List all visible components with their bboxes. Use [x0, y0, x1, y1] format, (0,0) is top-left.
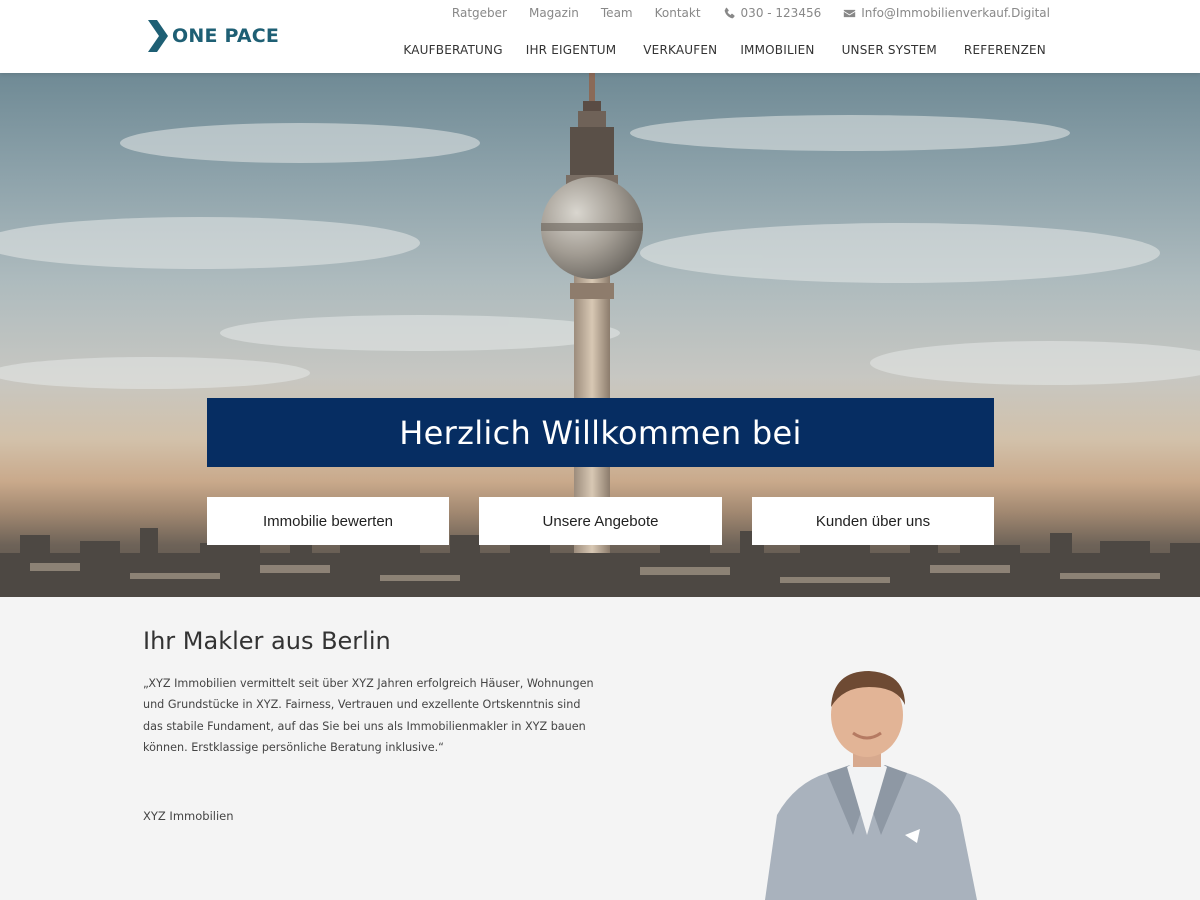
- agent-portrait: [765, 671, 977, 900]
- about-heading: Ihr Makler aus Berlin: [143, 627, 391, 655]
- hero-section: Herzlich Willkommen bei Immobilie bewert…: [0, 73, 1200, 597]
- topbar-phone[interactable]: 030 - 123456: [723, 6, 822, 20]
- envelope-icon: [844, 9, 856, 17]
- nav-item-referenzen[interactable]: REFERENZEN: [964, 43, 1046, 57]
- phone-icon: [724, 7, 735, 18]
- phone-number: 030 - 123456: [740, 6, 822, 20]
- topbar-link-magazin[interactable]: Magazin: [529, 6, 579, 20]
- kunden-ueber-uns-button[interactable]: Kunden über uns: [752, 497, 994, 545]
- topbar-link-kontakt[interactable]: Kontakt: [655, 6, 701, 20]
- top-bar: Ratgeber Magazin Team Kontakt 030 - 1234…: [452, 5, 1050, 21]
- chevron-logo-icon: [148, 20, 168, 52]
- brand-name: ONE PACE: [172, 25, 280, 47]
- nav-item-verkaufen[interactable]: VERKAUFEN: [643, 43, 717, 57]
- topbar-link-ratgeber[interactable]: Ratgeber: [452, 6, 507, 20]
- topbar-email[interactable]: Info@Immobilienverkauf.Digital: [843, 6, 1050, 20]
- site-header: ONE PACE Ratgeber Magazin Team Kontakt 0…: [0, 0, 1200, 73]
- unsere-angebote-button[interactable]: Unsere Angebote: [479, 497, 722, 545]
- topbar-link-team[interactable]: Team: [601, 6, 633, 20]
- nav-item-unser-system[interactable]: UNSER SYSTEM: [842, 43, 937, 57]
- nav-item-ihr-eigentum[interactable]: IHR EIGENTUM: [526, 43, 617, 57]
- about-quote: „XYZ Immobilien vermittelt seit über XYZ…: [143, 677, 594, 754]
- nav-item-immobilien[interactable]: IMMOBILIEN: [740, 43, 814, 57]
- email-address: Info@Immobilienverkauf.Digital: [861, 6, 1050, 20]
- logo[interactable]: ONE PACE: [148, 20, 279, 52]
- nav-item-kaufberatung[interactable]: KAUFBERATUNG: [403, 43, 502, 57]
- immobilie-bewerten-button[interactable]: Immobilie bewerten: [207, 497, 449, 545]
- welcome-banner: Herzlich Willkommen bei: [207, 398, 994, 467]
- about-section: Ihr Makler aus Berlin „XYZ Immobilien ve…: [0, 597, 1200, 900]
- about-signature: XYZ Immobilien: [143, 809, 234, 823]
- main-nav: KAUFBERATUNG IHR EIGENTUM VERKAUFEN IMMO…: [403, 43, 1046, 57]
